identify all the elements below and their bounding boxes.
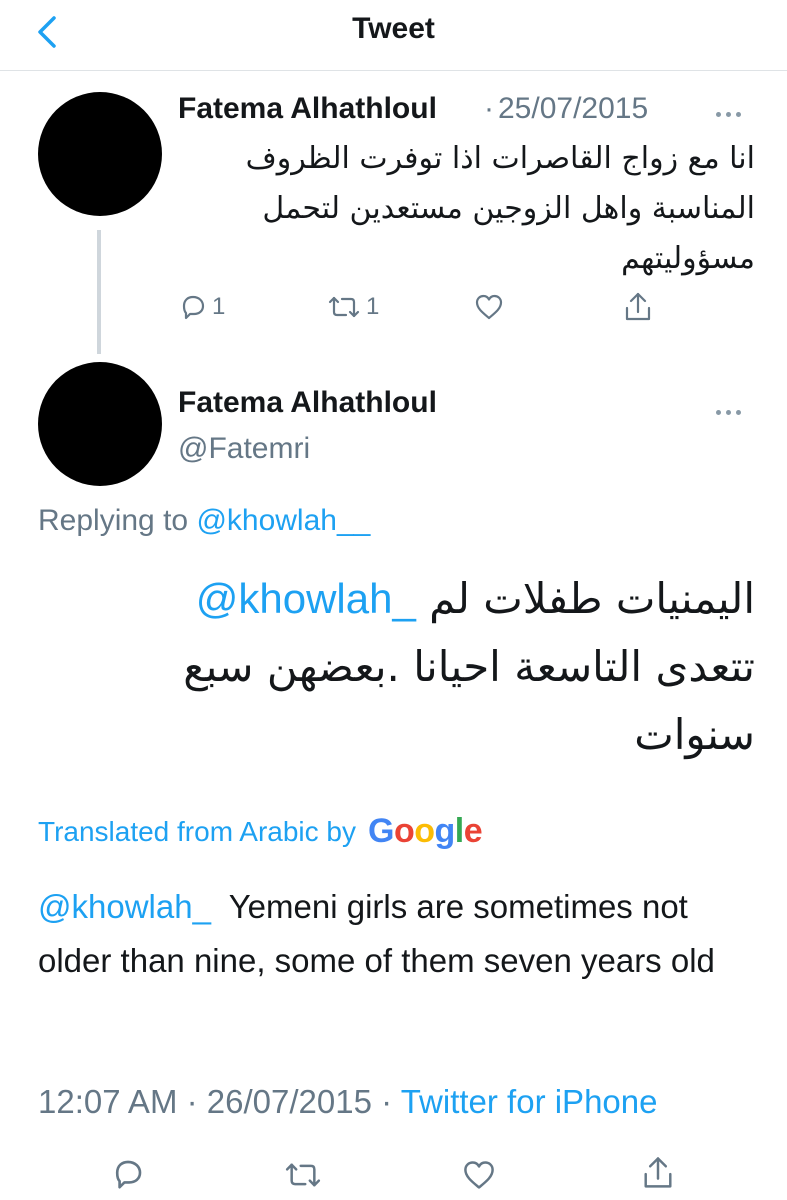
replying-to-prefix: Replying to xyxy=(38,504,189,537)
reply-icon[interactable] xyxy=(110,1156,146,1192)
more-options-icon[interactable] xyxy=(716,402,746,415)
parent-text-line-1: انا مع زواج القاصرات اذا توفرت الظروف xyxy=(245,141,755,176)
author-handle[interactable]: @Fatemri xyxy=(178,432,310,466)
tweet-date: 26/07/2015 xyxy=(206,1083,372,1120)
tweet-text-line-2: تتعدى التاسعة احيانا .بعضهن سبع xyxy=(183,642,755,691)
parent-text-line-3: مسؤوليتهم xyxy=(621,241,755,276)
share-icon[interactable] xyxy=(622,290,654,324)
reply-icon xyxy=(182,295,205,320)
parent-separator: · xyxy=(484,92,494,125)
tweet-action-bar xyxy=(0,1150,787,1196)
translated-from-label[interactable]: Translated from Arabic by Google xyxy=(38,812,483,851)
more-options-icon[interactable] xyxy=(716,104,746,117)
parent-author-name[interactable]: Fatema Alhathloul xyxy=(178,92,437,126)
tweet-timestamp-line: 12:07 AM · 26/07/2015 · Twitter for iPho… xyxy=(38,1083,657,1121)
retweet-icon xyxy=(328,296,360,318)
footer-separator: · xyxy=(381,1083,393,1120)
share-icon[interactable] xyxy=(640,1154,676,1192)
footer-separator: · xyxy=(186,1083,198,1120)
replying-to-mention[interactable]: @khowlah__ xyxy=(196,504,370,537)
top-bar: Tweet xyxy=(0,0,787,71)
like-heart-icon[interactable] xyxy=(473,292,505,322)
like-heart-icon[interactable] xyxy=(460,1158,498,1192)
retweet-action[interactable]: 1 xyxy=(326,290,379,324)
tweet-mention[interactable]: @khowlah_ xyxy=(196,575,416,622)
tweet-text-fragment: اليمنيات طفلات لم xyxy=(429,574,755,623)
tweet-source[interactable]: Twitter for iPhone xyxy=(401,1083,658,1120)
author-name[interactable]: Fatema Alhathloul xyxy=(178,386,437,420)
tweet-text-line-1: اليمنيات طفلات لم @khowlah_ xyxy=(196,568,755,630)
retweet-icon[interactable] xyxy=(282,1158,324,1192)
replying-to-line: Replying to @khowlah__ xyxy=(38,504,370,538)
reply-count: 1 xyxy=(212,293,226,320)
google-logo: Google xyxy=(367,812,483,850)
translated-text: @khowlah_ Yemeni girls are sometimes not… xyxy=(38,880,758,988)
parent-text-line-2: المناسبة واهل الزوجين مستعدين لتحمل xyxy=(262,191,755,226)
thread-connector-line xyxy=(97,230,101,354)
tweet-text-line-3: سنوات xyxy=(634,710,755,759)
avatar[interactable] xyxy=(38,92,162,216)
reply-action[interactable]: 1 xyxy=(178,290,225,324)
tweet-time: 12:07 AM xyxy=(38,1083,178,1120)
parent-date[interactable]: 25/07/2015 xyxy=(498,92,648,126)
avatar[interactable] xyxy=(38,362,162,486)
retweet-count: 1 xyxy=(366,293,380,320)
translated-label: Translated from Arabic by xyxy=(38,815,356,847)
translation-mention[interactable]: @khowlah_ xyxy=(38,888,211,925)
page-title: Tweet xyxy=(352,12,435,45)
